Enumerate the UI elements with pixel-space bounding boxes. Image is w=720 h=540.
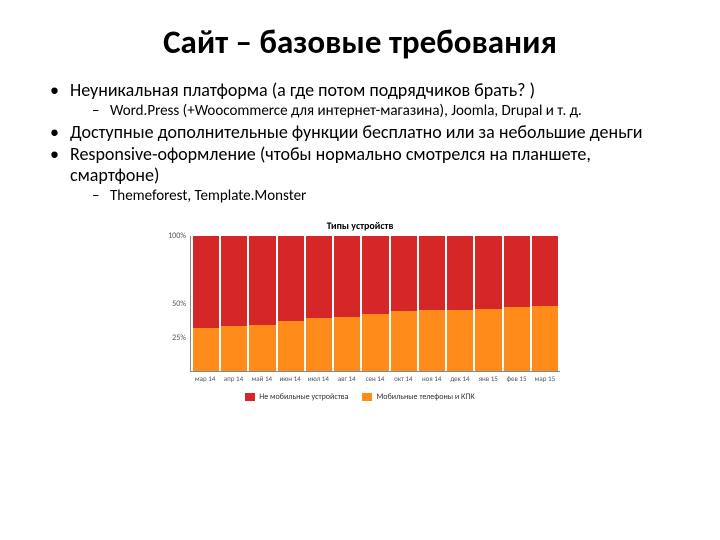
bar-segment-top — [447, 236, 473, 310]
bar-segment-bottom — [447, 310, 473, 371]
chart-legend: Не мобильные устройства Мобильные телефон… — [160, 392, 560, 402]
x-tick-label: авг 14 — [334, 374, 360, 386]
bar-segment-top — [532, 236, 558, 306]
bar-segment-top — [391, 236, 417, 312]
bar-column — [532, 236, 558, 371]
bar-segment-bottom — [532, 306, 558, 371]
bar-segment-top — [278, 236, 304, 321]
x-tick-label: июл 14 — [305, 374, 331, 386]
bar-column — [391, 236, 417, 371]
x-tick-label: мар 15 — [532, 374, 558, 386]
bar-segment-bottom — [249, 325, 275, 371]
x-tick-label: сен 14 — [362, 374, 388, 386]
bar-segment-top — [504, 236, 530, 308]
legend-item: Не мобильные устройства — [245, 392, 348, 402]
bar-segment-top — [475, 236, 501, 309]
bar-segment-bottom — [193, 328, 219, 371]
bar-column — [334, 236, 360, 371]
x-tick-label: дек 14 — [447, 374, 473, 386]
y-tick-label: 100% — [160, 231, 186, 241]
bar-segment-bottom — [221, 326, 247, 371]
chart-container: Типы устройств мар 14апр 14май 14июн 14и… — [160, 219, 560, 402]
bullet-item: Доступные дополнительные функции бесплат… — [48, 122, 680, 143]
legend-label: Не мобильные устройства — [259, 392, 348, 402]
bullet-item: Responsive-оформление (чтобы нормально с… — [48, 144, 680, 204]
bar-column — [419, 236, 445, 371]
bar-segment-bottom — [362, 314, 388, 371]
x-tick-label: окт 14 — [390, 374, 416, 386]
bar-column — [447, 236, 473, 371]
legend-item: Мобильные телефоны и КПК — [362, 392, 474, 402]
bar-segment-top — [193, 236, 219, 328]
y-tick-label: 25% — [160, 333, 186, 343]
stacked-bar-chart: мар 14апр 14май 14июн 14июл 14авг 14сен … — [160, 236, 560, 386]
bar-column — [362, 236, 388, 371]
bar-column — [278, 236, 304, 371]
bar-column — [249, 236, 275, 371]
bullet-item: Неуникальная платформа (а где потом подр… — [48, 80, 680, 120]
bullet-list: Неуникальная платформа (а где потом подр… — [40, 80, 680, 205]
bar-segment-top — [334, 236, 360, 317]
sub-bullet-item: Themeforest, Template.Monster — [92, 187, 680, 205]
x-tick-label: ноя 14 — [419, 374, 445, 386]
legend-swatch — [362, 393, 372, 401]
x-tick-label: фев 15 — [503, 374, 529, 386]
bar-segment-bottom — [419, 310, 445, 371]
bar-segment-top — [306, 236, 332, 318]
bar-column — [504, 236, 530, 371]
y-tick-label: 50% — [160, 299, 186, 309]
bar-segment-top — [419, 236, 445, 310]
bar-segment-bottom — [504, 307, 530, 370]
bar-segment-bottom — [278, 321, 304, 371]
bullet-text: Responsive-оформление (чтобы нормально с… — [70, 143, 591, 186]
legend-swatch — [245, 393, 255, 401]
bar-segment-top — [249, 236, 275, 325]
bar-segment-bottom — [475, 309, 501, 371]
slide-title: Сайт – базовые требования — [40, 22, 680, 62]
x-tick-label: апр 14 — [220, 374, 246, 386]
bar-column — [475, 236, 501, 371]
x-tick-label: июн 14 — [277, 374, 303, 386]
bar-column — [193, 236, 219, 371]
bar-segment-top — [362, 236, 388, 314]
bar-column — [306, 236, 332, 371]
bullet-text: Неуникальная платформа (а где потом подр… — [70, 79, 535, 101]
bar-segment-top — [221, 236, 247, 326]
bar-segment-bottom — [391, 311, 417, 370]
bar-column — [221, 236, 247, 371]
x-tick-label: янв 15 — [475, 374, 501, 386]
bar-segment-bottom — [334, 317, 360, 371]
chart-title: Типы устройств — [160, 219, 560, 232]
bar-segment-bottom — [306, 318, 332, 371]
x-tick-label: мар 14 — [192, 374, 218, 386]
legend-label: Мобильные телефоны и КПК — [376, 392, 474, 402]
x-tick-label: май 14 — [249, 374, 275, 386]
sub-bullet-item: Word.Press (+Woocommerce для интернет-ма… — [92, 102, 680, 120]
